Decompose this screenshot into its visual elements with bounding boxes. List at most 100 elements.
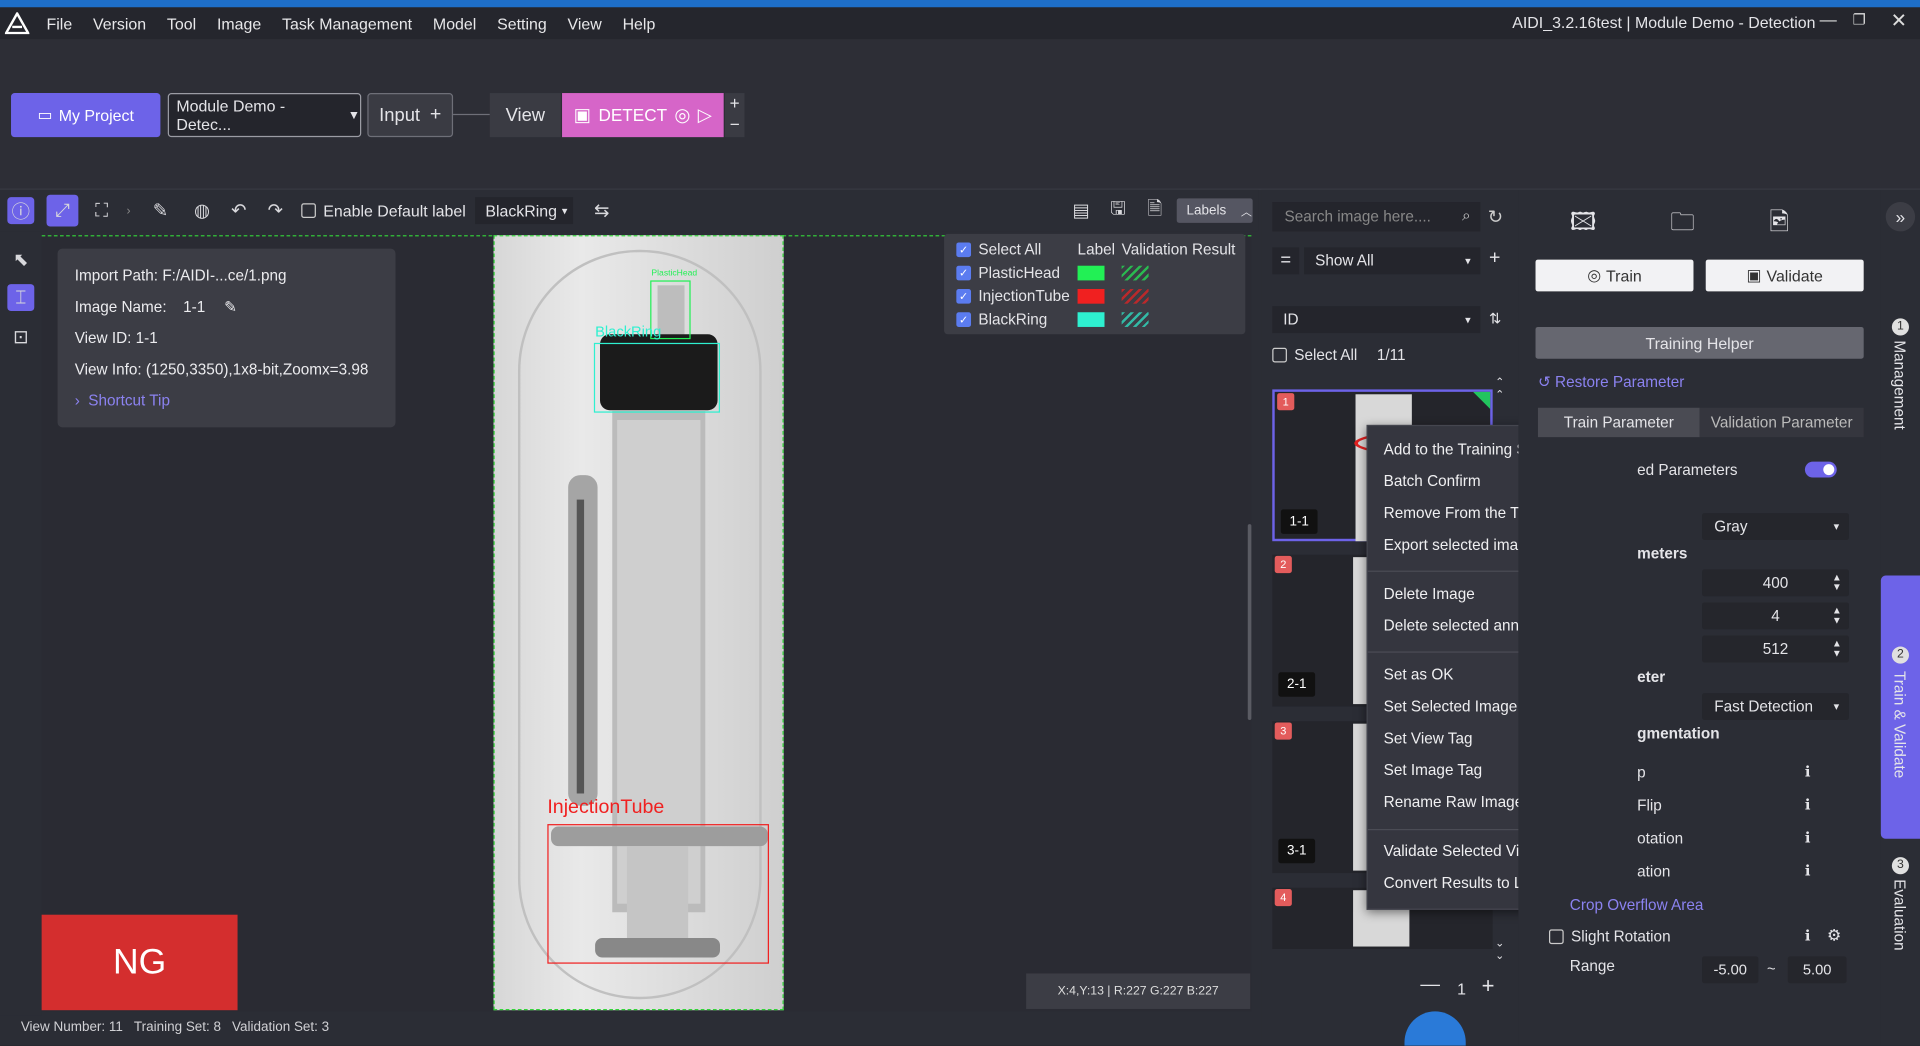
model-type-select[interactable]: Fast Detection ▾ [1702,693,1849,721]
info-icon[interactable]: ⓘ [7,197,35,225]
page-minus-icon[interactable]: — [1420,975,1444,997]
menu-version[interactable]: Version [93,14,146,32]
maximize-icon[interactable]: ❐ [1853,11,1866,28]
plus-icon[interactable]: + [430,104,441,126]
range-min-input[interactable]: -5.00 [1702,956,1759,984]
palette-icon[interactable]: ◍ [189,197,216,224]
shape-tool-icon[interactable]: ⊡ [7,323,34,350]
context-menu-item[interactable]: Delete Image [1384,585,1475,602]
sort-order-icon[interactable]: ⇅ [1489,310,1501,327]
checkbox-checked-icon[interactable]: ✓ [956,288,972,304]
checkbox-checked-icon[interactable]: ✓ [956,312,972,327]
menu-help[interactable]: Help [623,14,656,32]
info-icon[interactable]: ℹ [1805,829,1811,846]
swap-icon[interactable]: ⇆ [588,197,615,224]
legend-select-all[interactable]: ✓ Select All [956,241,1041,258]
train-button[interactable]: ◎ Train [1535,259,1694,292]
redo-icon[interactable]: ↷ [262,197,289,224]
checkbox-checked-icon[interactable]: ✓ [956,265,972,281]
filter-icon[interactable]: = [1272,247,1300,275]
slight-rotation-checkbox[interactable] [1548,929,1564,945]
select-all-checkbox[interactable] [1272,347,1287,363]
param-input-2[interactable]: 4 ▲ ▼ [1702,602,1849,630]
labels-toggle[interactable]: Labels ︿ [1176,198,1253,223]
node-controls[interactable]: + − [724,93,745,138]
menu-task-management[interactable]: Task Management [282,14,412,32]
injection-tube-box[interactable] [547,824,769,964]
menu-file[interactable]: File [47,14,73,32]
save-all-icon[interactable]: 🗎 [1141,197,1168,224]
side-tab-3[interactable]: 3 Evaluation [1881,857,1920,1004]
crop-overflow-link[interactable]: Crop Overflow Area [1570,896,1704,913]
brush-tool-icon[interactable]: ⌶ [7,284,35,312]
menu-tool[interactable]: Tool [167,14,196,32]
page-plus-icon[interactable]: + [1482,973,1495,999]
checkbox-checked-icon[interactable]: ✓ [956,242,972,258]
my-project-button[interactable]: ▭ My Project [11,93,161,138]
label-select[interactable]: BlackRing ▾ [475,197,574,225]
scroll-top-icon[interactable]: ⌃ ⌃ [1495,376,1504,400]
context-menu-item[interactable]: Set View Tag [1384,730,1473,747]
validate-button[interactable]: ▣ Validate [1705,259,1864,292]
info-icon[interactable]: ℹ [1805,796,1811,813]
spinner-icon[interactable]: ▲ ▼ [1832,606,1842,626]
close-icon[interactable]: ✕ [1891,9,1907,33]
spinner-icon[interactable]: ▲ ▼ [1832,572,1842,593]
param-input-1[interactable]: 400 ▲ ▼ [1702,569,1849,597]
search-icon[interactable]: ⌕ [1462,207,1471,225]
context-menu-item[interactable]: Set as OK [1384,666,1454,683]
context-menu-item[interactable]: Set Image Tag [1384,762,1482,779]
add-image-icon[interactable]: 🖾 [1570,204,1597,246]
side-tab-2[interactable]: 2 Train & Validate [1880,575,1920,839]
canvas-scrollbar[interactable] [1247,524,1252,721]
save-icon[interactable]: 🖫 [1104,197,1131,224]
legend-row[interactable]: ✓ BlackRing [956,310,1238,330]
gear-icon[interactable]: ⚙ [1827,926,1841,946]
context-menu-item[interactable]: Add to the Training Set [1384,441,1540,458]
sort-select[interactable]: ID ▾ [1272,306,1481,334]
menu-model[interactable]: Model [433,14,476,32]
color-mode-select[interactable]: Gray ▾ [1702,513,1849,541]
tab-train-parameter[interactable]: Train Parameter [1537,407,1700,438]
range-max-input[interactable]: 5.00 [1787,956,1847,984]
scroll-bottom-icon[interactable]: ⌄ ⌄ [1495,937,1504,961]
param-input-3[interactable]: 512 ▲ ▼ [1702,635,1849,663]
restore-parameter-link[interactable]: ↺ Restore Parameter [1538,372,1684,390]
minimize-icon[interactable]: — [1820,10,1837,30]
validation-color-swatch[interactable] [1121,265,1149,281]
label-color-swatch[interactable] [1077,312,1105,327]
ok-icon[interactable]: ▤ [1068,197,1095,224]
context-menu-item[interactable]: Rename Raw Image [1384,793,1524,810]
black-ring-box[interactable] [593,342,721,413]
module-select[interactable]: Module Demo - Detec... ▼ [167,93,362,138]
menu-setting[interactable]: Setting [497,14,547,32]
search-input[interactable]: Search image here.... ⌕ [1272,202,1481,232]
fit-screen-icon[interactable]: ⤢ [46,194,79,227]
context-menu-item[interactable]: Validate Selected View [1384,842,1539,859]
refresh-icon[interactable]: ↻ [1488,206,1503,228]
add-folder-icon[interactable]: 🗀 [1670,204,1694,246]
menu-view[interactable]: View [568,14,602,32]
play-icon[interactable]: ▷ [698,104,712,126]
collapse-icon[interactable]: » [1885,202,1916,232]
fullscreen-icon[interactable]: ⛶ [88,197,115,224]
label-color-swatch[interactable] [1077,288,1105,304]
shortcut-tip-link[interactable]: › Shortcut Tip [75,386,379,417]
select-arrow-icon[interactable]: ⬉ [7,246,34,273]
context-menu-item[interactable]: Batch Confirm [1384,473,1481,490]
import-image-icon[interactable]: 🖻 [1769,204,1789,246]
menu-image[interactable]: Image [217,14,261,32]
undo-icon[interactable]: ↶ [225,197,252,224]
detect-node[interactable]: ▣ DETECT ◎ ▷ [562,93,724,138]
spinner-icon[interactable]: ▲ ▼ [1832,639,1842,659]
slight-rotation-option[interactable]: Slight Rotation [1548,928,1671,945]
info-icon[interactable]: ℹ [1805,862,1811,879]
label-color-swatch[interactable] [1077,265,1105,281]
side-tab-1[interactable]: 1 Management [1881,318,1920,465]
filter-select[interactable]: Show All ▾ [1304,247,1481,275]
edit-icon[interactable]: ✎ [147,197,174,224]
add-filter-icon[interactable]: + [1489,247,1500,269]
legend-row[interactable]: ✓ PlasticHead [956,263,1238,283]
select-all-images[interactable]: Select All 1/11 [1272,347,1406,364]
enable-default-label-checkbox[interactable] [301,203,316,218]
